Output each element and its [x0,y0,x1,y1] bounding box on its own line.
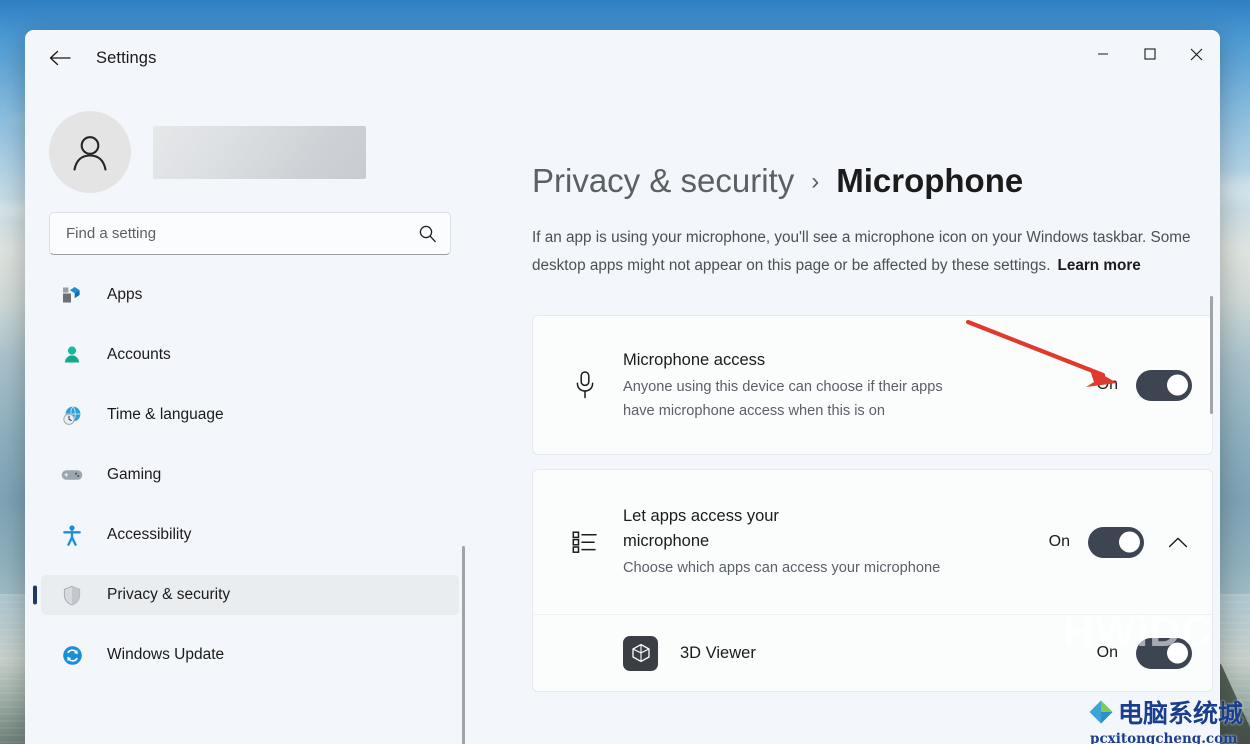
app-row-controls: On [1096,637,1192,669]
content-scrollbar[interactable] [1209,296,1213,414]
microphone-access-card: Microphone access Anyone using this devi… [532,315,1213,455]
app-title: Settings [96,48,157,67]
sidebar-item-accessibility[interactable]: Accessibility [41,515,459,555]
let-apps-access-toggle[interactable] [1088,526,1144,558]
sidebar-item-windows-update[interactable]: Windows Update [41,635,459,675]
profile-name-redacted [153,125,366,179]
maximize-button[interactable] [1126,30,1173,78]
sidebar-item-label: Accessibility [107,526,192,543]
let-apps-access-controls: On [1048,526,1192,558]
page-description: If an app is using your microphone, you'… [532,224,1215,280]
learn-more-link[interactable]: Learn more [1057,257,1140,274]
window-body: Apps Accounts [25,86,1220,744]
chevron-up-icon[interactable] [1164,528,1192,556]
toggle-state-label: On [1096,376,1118,393]
sidebar: Apps Accounts [25,86,475,744]
content-pane: Privacy & security › Microphone If an ap… [475,86,1220,744]
sidebar-item-apps[interactable]: Apps [41,275,459,315]
close-button[interactable] [1173,30,1220,78]
sidebar-item-label: Windows Update [107,646,225,663]
desktop-wallpaper: Settings Find a setting Apps Accounts Ti… [0,0,1250,744]
sidebar-scrollbar[interactable] [462,546,465,744]
app-toggle-3d-viewer[interactable] [1136,637,1192,669]
minimize-icon [1097,53,1108,55]
sidebar-item-label: Privacy & security [107,586,231,603]
sidebar-item-label: Time & language [107,406,224,423]
card-title: Microphone access [623,350,766,369]
sidebar-nav: Apps Accounts Time & language Gaming Acc… [25,275,475,675]
breadcrumb: Privacy & security › Microphone [532,162,1220,200]
close-icon [1190,48,1203,60]
toggle-knob [1119,531,1140,553]
person-avatar-icon [73,136,107,171]
sidebar-item-privacy-security[interactable]: Privacy & security [41,575,459,615]
page-title: Microphone [836,162,1024,199]
sidebar-item-accounts[interactable]: Accounts [41,335,459,375]
microphone-access-controls: On [1096,369,1192,401]
cube-3d-icon [623,635,658,671]
profile-section[interactable] [25,92,475,202]
toggle-state-label: On [1048,533,1070,550]
let-apps-access-card: Let apps access your microphone Choose w… [532,469,1213,614]
windows-update-icon [59,643,85,667]
app-name: 3D Viewer [680,643,756,662]
window-controls [1079,30,1220,78]
breadcrumb-parent[interactable]: Privacy & security [532,162,794,200]
time-language-icon [59,403,85,427]
let-apps-access-text: Let apps access your microphone Choose w… [623,504,1049,580]
back-arrow-icon [49,50,71,66]
microphone-icon [565,370,605,400]
sidebar-item-gaming[interactable]: Gaming [41,455,459,495]
breadcrumb-separator: › [811,168,820,195]
shield-icon [59,583,85,607]
maximize-icon [1143,48,1156,60]
back-button[interactable] [41,41,79,75]
toggle-knob [1167,374,1188,396]
toggle-knob [1167,642,1188,664]
sidebar-item-label: Gaming [107,466,162,483]
app-row-3d-viewer: 3D Viewer On [532,614,1213,692]
card-subtitle: Anyone using this device can choose if t… [623,378,943,419]
accessibility-icon [59,523,85,547]
gaming-icon [59,463,85,487]
avatar [49,111,131,193]
accounts-icon [59,343,85,367]
microphone-access-toggle[interactable] [1136,369,1192,401]
sidebar-item-label: Accounts [107,346,171,363]
apps-icon [59,283,85,307]
settings-cards: Microphone access Anyone using this devi… [532,315,1213,692]
toggle-state-label: On [1096,644,1118,661]
sidebar-item-time-language[interactable]: Time & language [41,395,459,435]
card-title: Let apps access your microphone [623,507,779,550]
search-icon[interactable] [418,224,437,243]
settings-window: Settings Find a setting Apps Accounts Ti… [25,30,1220,744]
microphone-access-text: Microphone access Anyone using this devi… [623,348,1097,423]
list-icon [565,530,605,554]
card-subtitle: Choose which apps can access your microp… [623,560,941,576]
search-input[interactable] [66,225,418,242]
title-bar: Settings [25,30,1220,86]
search-box[interactable] [49,212,451,255]
minimize-button[interactable] [1079,30,1126,78]
sidebar-item-label: Apps [107,286,143,303]
